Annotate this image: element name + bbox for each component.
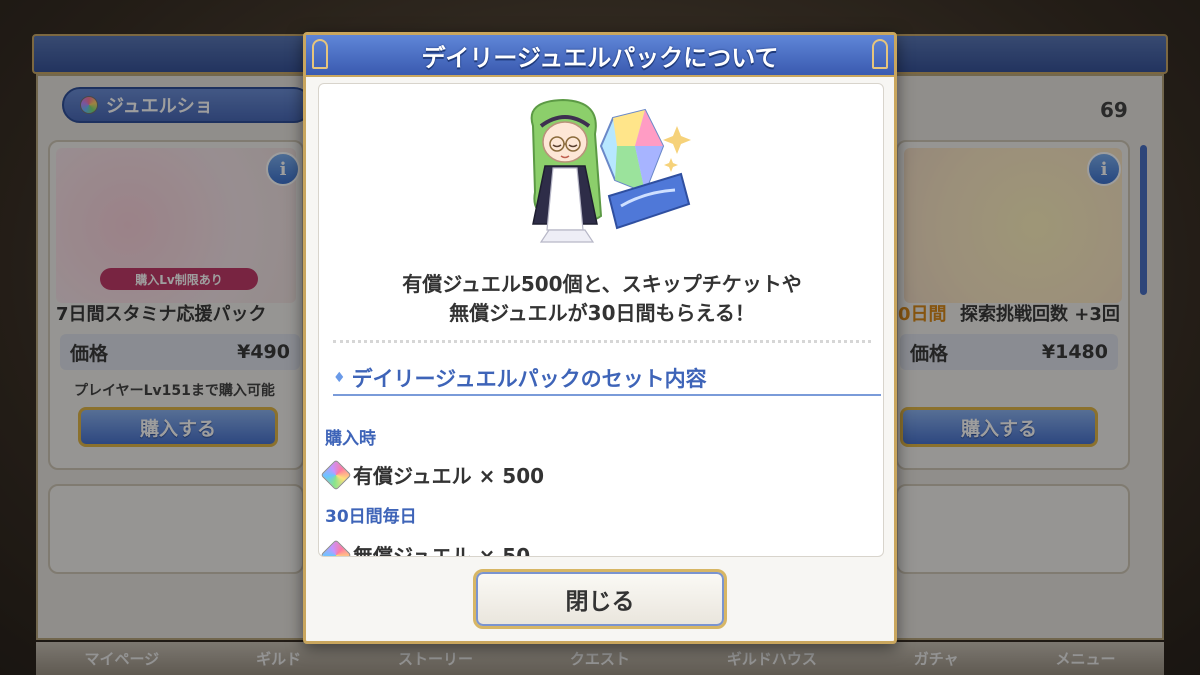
set-contents-heading: ♦ デイリージュエルパックのセット内容 [333,362,881,396]
daily-label: 30日間毎日 [325,507,417,527]
character-illustration [530,98,691,243]
daily-item-text: 無償ジュエル × 50 [353,544,531,557]
lead-line-2: 無償ジュエルが30日間もらえる！ [449,301,755,325]
divider [333,340,871,343]
header-ornament-left [312,39,328,69]
dialog-header: デイリージュエルパックについて [306,35,894,77]
on-purchase-item-text: 有償ジュエル × 500 [353,464,545,488]
daily-item: 無償ジュエル × 50 [320,538,531,557]
diamond-bullet-icon: ♦ [333,370,346,386]
header-ornament-right [872,39,888,69]
lead-description: 有償ジュエル500個と、スキップチケットや 無償ジュエルが30日間もらえる！ [319,270,883,328]
close-button[interactable]: 閉じる [473,569,727,629]
dialog-content[interactable]: 有償ジュエル500個と、スキップチケットや 無償ジュエルが30日間もらえる！ ♦… [318,83,884,557]
set-contents-title: デイリージュエルパックのセット内容 [351,367,707,391]
on-purchase-label: 購入時 [325,429,376,449]
jewel-icon [320,458,352,491]
jewel-icon [320,538,352,556]
pack-info-dialog: デイリージュエルパックについて 有償ジュエル500個と、スキップチケットや 無償… [303,32,897,644]
lead-line-1: 有償ジュエル500個と、スキップチケットや [402,272,802,296]
dialog-title: デイリージュエルパックについて [421,43,779,72]
on-purchase-item: 有償ジュエル × 500 [320,458,545,491]
